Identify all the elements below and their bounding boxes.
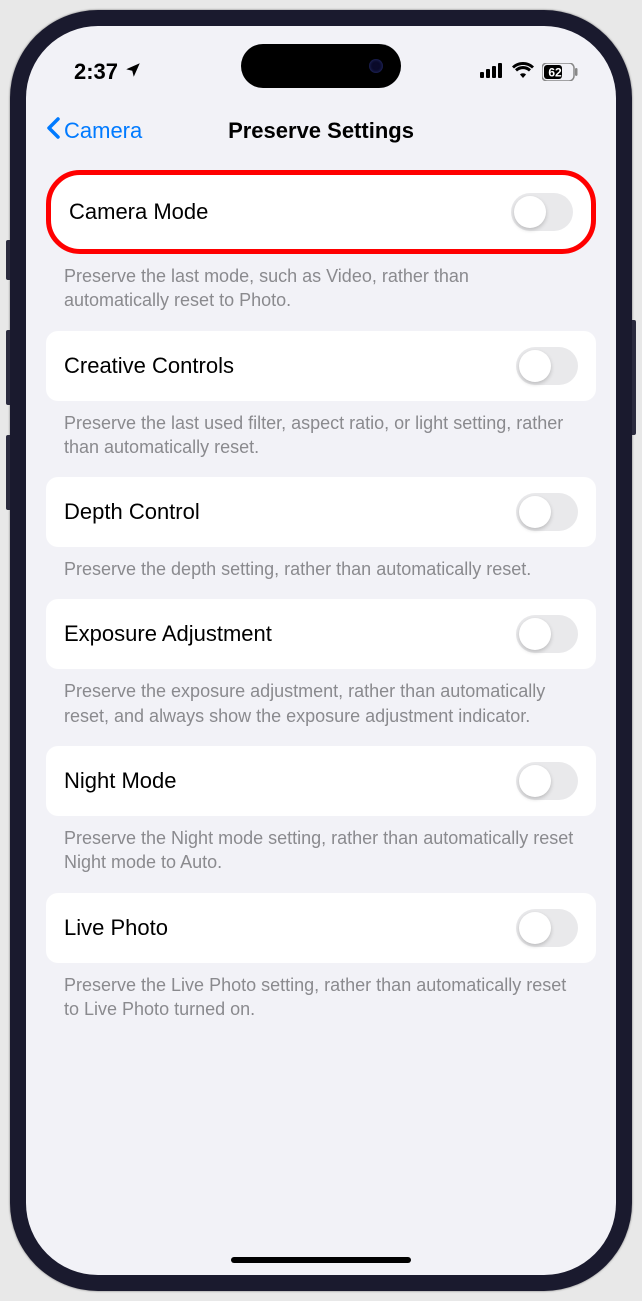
front-camera-icon [369,59,383,73]
setting-description: Preserve the last mode, such as Video, r… [46,254,596,313]
svg-text:62: 62 [548,66,562,80]
toggle-switch[interactable] [516,347,578,385]
back-label: Camera [64,118,142,144]
toggle-knob [519,912,551,944]
toggle-knob [514,196,546,228]
page-title: Preserve Settings [228,118,414,144]
phone-side-buttons-right [632,320,636,435]
setting-group: Night Mode Preserve the Night mode settin… [46,746,596,875]
setting-group: Creative Controls Preserve the last used … [46,331,596,460]
toggle-switch[interactable] [516,615,578,653]
setting-row: Depth Control [46,477,596,547]
setting-description: Preserve the last used filter, aspect ra… [46,401,596,460]
setting-group: Camera Mode Preserve the last mode, such … [46,170,596,313]
toggle-switch[interactable] [516,493,578,531]
setting-description: Preserve the depth setting, rather than … [46,547,596,581]
setting-row: Camera Mode [46,170,596,254]
screen: 2:37 [26,26,616,1275]
setting-label: Live Photo [64,915,168,941]
setting-row: Live Photo [46,893,596,963]
setting-label: Depth Control [64,499,200,525]
nav-header: Camera Preserve Settings [26,96,616,170]
setting-group: Live Photo Preserve the Live Photo settin… [46,893,596,1022]
setting-label: Exposure Adjustment [64,621,272,647]
status-time: 2:37 [74,59,118,85]
setting-description: Preserve the Night mode setting, rather … [46,816,596,875]
setting-row: Creative Controls [46,331,596,401]
setting-label: Night Mode [64,768,177,794]
toggle-switch[interactable] [516,909,578,947]
home-indicator[interactable] [231,1257,411,1263]
setting-row: Night Mode [46,746,596,816]
settings-content[interactable]: Camera Mode Preserve the last mode, such … [26,170,616,1059]
setting-row: Exposure Adjustment [46,599,596,669]
setting-group: Exposure Adjustment Preserve the exposure… [46,599,596,728]
battery-icon: 62 [542,63,578,81]
toggle-knob [519,765,551,797]
wifi-icon [512,62,534,83]
setting-description: Preserve the Live Photo setting, rather … [46,963,596,1022]
location-icon [124,59,142,85]
setting-label: Camera Mode [69,199,208,225]
toggle-knob [519,350,551,382]
setting-group: Depth Control Preserve the depth setting,… [46,477,596,581]
toggle-switch[interactable] [516,762,578,800]
toggle-knob [519,618,551,650]
back-button[interactable]: Camera [46,116,142,146]
phone-side-buttons-left [6,240,10,540]
cellular-icon [480,62,504,83]
status-left: 2:37 [74,59,142,85]
toggle-knob [519,496,551,528]
phone-frame: 2:37 [10,10,632,1291]
toggle-switch[interactable] [511,193,573,231]
setting-label: Creative Controls [64,353,234,379]
setting-description: Preserve the exposure adjustment, rather… [46,669,596,728]
dynamic-island [241,44,401,88]
chevron-left-icon [46,116,62,146]
status-right: 62 [480,62,578,83]
